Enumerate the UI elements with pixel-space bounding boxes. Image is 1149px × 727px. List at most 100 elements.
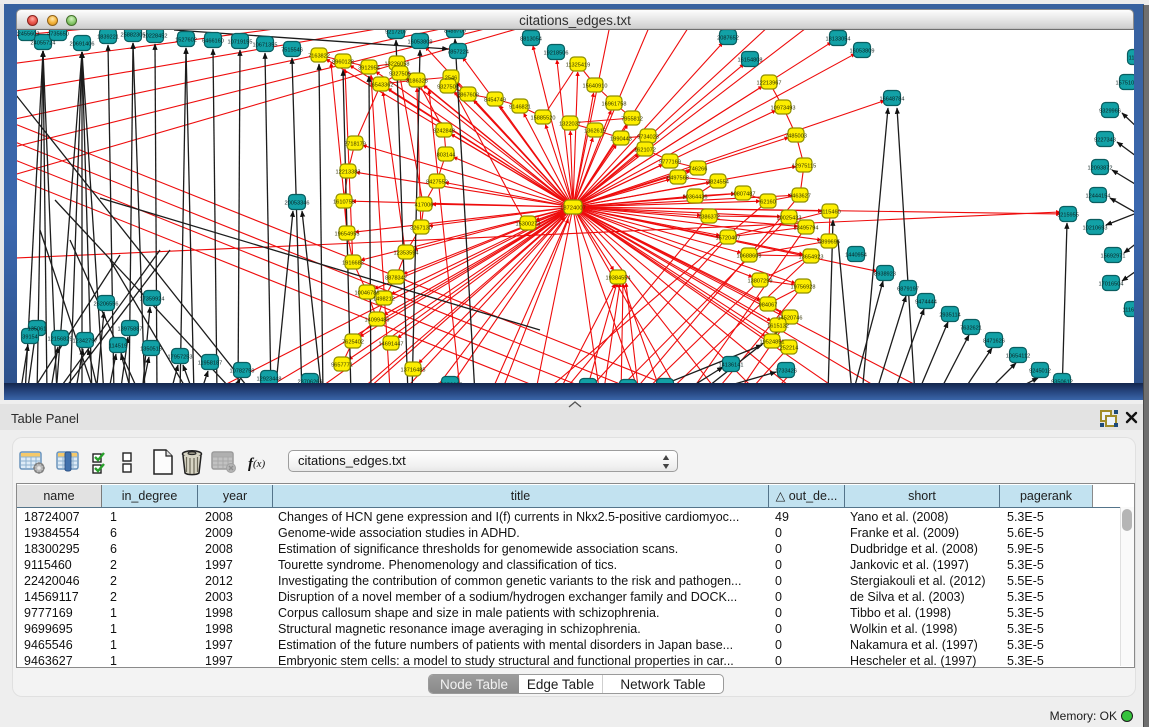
svg-text:4735650: 4735650 [47,32,69,38]
svg-text:18724007: 18724007 [560,206,586,212]
svg-text:9115460: 9115460 [819,210,840,216]
svg-text:1322037: 1322037 [559,122,581,128]
svg-text:10719155: 10719155 [228,40,253,46]
svg-text:8471626: 8471626 [983,339,1005,345]
svg-text:9146821: 9146821 [509,105,531,111]
svg-text:135061: 135061 [28,327,47,333]
svg-text:9327506: 9327506 [389,72,411,78]
svg-text:(x): (x) [253,458,266,470]
svg-text:20053346: 20053346 [285,201,310,207]
svg-text:9350612: 9350612 [1051,380,1073,384]
svg-text:2935114: 2935114 [939,313,960,319]
svg-text:22455603: 22455603 [17,32,39,38]
svg-text:2087652: 2087652 [717,36,739,42]
svg-text:9734023: 9734023 [637,135,659,141]
svg-text:15720407: 15720407 [716,236,741,242]
svg-text:15692971: 15692971 [1101,254,1126,260]
svg-text:10688609: 10688609 [737,254,762,260]
svg-text:2718179: 2718179 [344,142,366,148]
svg-text:13226058: 13226058 [385,62,410,68]
svg-text:8489709: 8489709 [444,30,466,35]
svg-text:8454749: 8454749 [484,98,506,104]
svg-text:10807487: 10807487 [731,192,756,198]
svg-text:11137: 11137 [1129,56,1134,62]
svg-text:9474444: 9474444 [915,300,937,306]
svg-text:9217207: 9217207 [385,30,407,36]
svg-text:10782759: 10782759 [230,369,255,375]
svg-text:6879197: 6879197 [897,287,919,293]
svg-text:9463627: 9463627 [789,194,811,200]
svg-text:252214: 252214 [780,346,799,352]
svg-text:20691406: 20691406 [70,42,95,48]
svg-text:10654112: 10654112 [1006,354,1030,360]
svg-text:16648784: 16648784 [880,97,905,103]
svg-text:16543362: 16543362 [369,83,394,89]
svg-text:8938923: 8938923 [874,272,896,278]
svg-text:10973493: 10973493 [771,106,796,112]
svg-text:9329966: 9329966 [1099,109,1121,115]
svg-text:19218506: 19218506 [544,51,569,57]
svg-text:3215955: 3215955 [1057,213,1079,219]
svg-text:9227343: 9227343 [1094,138,1116,144]
svg-text:10671355: 10671355 [253,43,278,49]
svg-text:12156829: 12156829 [48,337,73,343]
svg-text:1615132: 1615132 [767,324,789,330]
svg-text:7625402: 7625402 [342,340,364,346]
svg-text:13807299: 13807299 [748,279,773,285]
svg-text:9327508: 9327508 [437,85,459,91]
svg-text:2546: 2546 [445,76,457,82]
svg-text:7515546: 7515546 [281,48,303,54]
svg-text:13654923: 13654923 [799,255,824,261]
svg-text:15885520: 15885520 [531,116,556,122]
svg-text:7163822: 7163822 [308,54,330,60]
svg-text:12093872: 12093872 [1088,166,1113,172]
svg-text:19756928: 19756928 [791,285,816,291]
svg-text:12923448: 12923448 [257,377,282,383]
svg-text:12213383: 12213383 [336,170,361,176]
svg-text:1440954: 1440954 [845,253,867,259]
svg-text:10210693: 10210693 [1083,226,1108,232]
svg-text:746266: 746266 [689,167,708,173]
svg-text:26206556: 26206556 [94,302,119,308]
svg-text:10025433: 10025433 [777,216,802,222]
svg-text:16053809: 16053809 [850,49,875,55]
svg-text:16053809: 16053809 [408,40,433,46]
svg-text:6497568: 6497568 [667,176,689,182]
svg-text:20364436: 20364436 [683,195,708,201]
svg-text:14520746: 14520746 [778,316,803,322]
svg-text:39154: 39154 [22,335,38,341]
svg-text:8960128: 8960128 [332,60,354,66]
svg-text:13716485: 13716485 [401,368,426,374]
svg-text:6466160: 6466160 [202,39,224,45]
svg-text:25852685: 25852685 [438,383,463,384]
svg-text:1498212: 1498212 [373,297,395,303]
svg-text:114519: 114519 [109,344,127,350]
svg-text:19654955: 19654955 [335,232,360,238]
svg-text:13495794: 13495794 [794,226,819,232]
svg-text:12353594: 12353594 [394,251,419,257]
svg-text:8186328: 8186328 [406,79,428,85]
svg-text:7955812: 7955812 [621,117,643,123]
svg-text:7386372: 7386372 [698,215,720,221]
svg-text:6899695: 6899695 [818,240,840,246]
svg-text:11958187: 11958187 [198,361,222,367]
svg-text:7485003: 7485003 [785,134,807,140]
svg-text:1733426: 1733426 [775,369,797,375]
svg-text:12213967: 12213967 [757,81,782,87]
svg-text:1350515: 1350515 [140,347,162,353]
svg-text:1839221: 1839221 [97,35,119,41]
svg-text:7857224: 7857224 [447,50,469,56]
svg-text:17359924: 17359924 [140,297,165,303]
svg-text:8813054: 8813054 [520,37,542,43]
svg-text:1916682: 1916682 [342,261,364,267]
svg-text:3824554: 3824554 [707,180,729,186]
svg-text:19384554: 19384554 [606,276,631,282]
svg-text:12975115: 12975115 [792,164,816,170]
svg-text:11325419: 11325419 [566,63,590,69]
svg-text:8878342: 8878342 [385,276,407,282]
svg-text:1527602: 1527602 [175,38,197,44]
svg-text:984067: 984067 [759,303,778,309]
svg-text:3912954: 3912954 [358,66,380,72]
svg-text:15300273: 15300273 [516,222,541,228]
svg-text:8427552: 8427552 [426,180,448,186]
